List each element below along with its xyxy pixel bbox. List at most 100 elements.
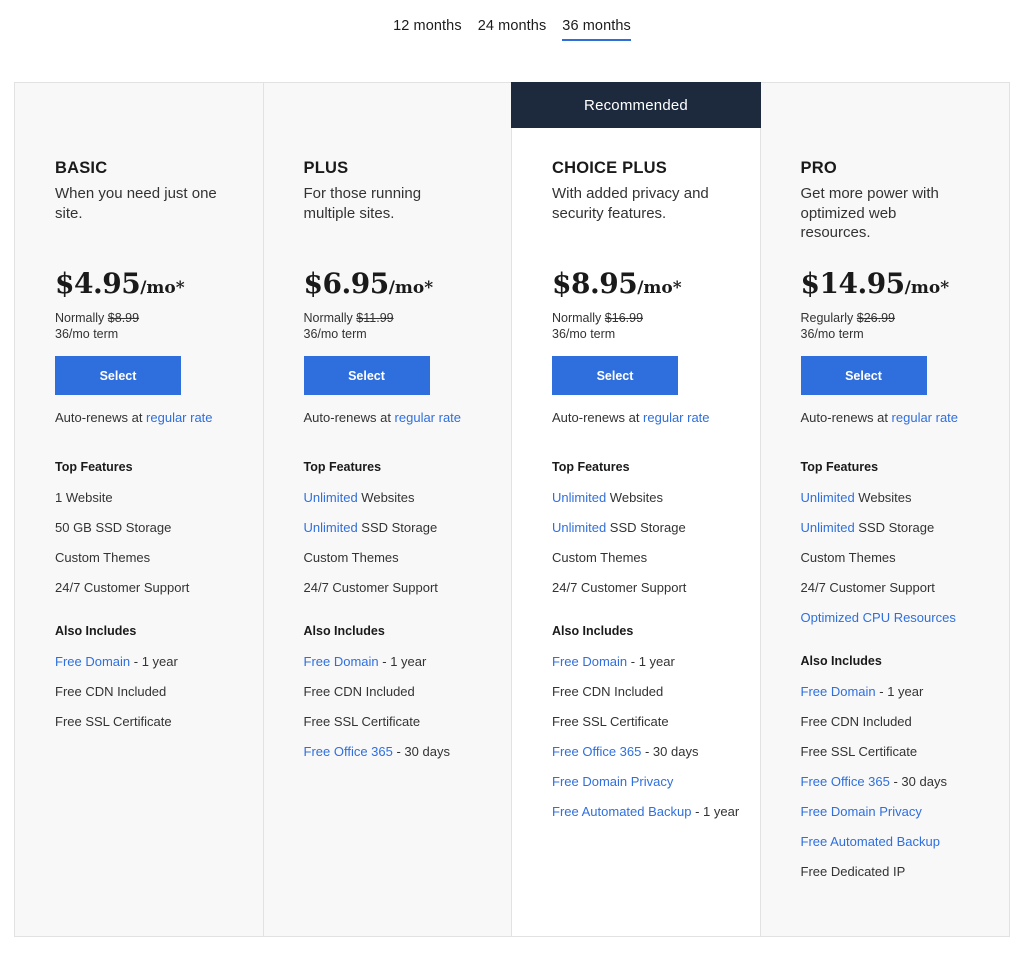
plan-price: $6.95/mo* bbox=[304, 267, 434, 300]
also-feature-item: Free Domain - 1 year bbox=[55, 654, 255, 684]
also-feature-text: Free CDN Included bbox=[303, 684, 415, 699]
price-amount: $4.95 bbox=[55, 267, 141, 300]
also-feature-item: Free Office 365 - 30 days bbox=[801, 774, 1001, 804]
plan-name: PRO bbox=[800, 159, 837, 177]
also-feature-link[interactable]: Free Domain bbox=[801, 684, 876, 699]
price-suffix: /mo* bbox=[140, 278, 185, 298]
top-feature-link[interactable]: Unlimited bbox=[304, 490, 358, 505]
features-list: Top Features Unlimited Websites Unlimited … bbox=[801, 460, 1001, 894]
also-feature-link[interactable]: Free Domain bbox=[55, 654, 130, 669]
also-feature-link[interactable]: Free Automated Backup bbox=[801, 834, 940, 849]
top-feature-text: 50 GB SSD Storage bbox=[55, 520, 172, 535]
also-feature-link[interactable]: Free Office 365 bbox=[801, 774, 890, 789]
top-feature-link[interactable]: Unlimited bbox=[801, 520, 855, 535]
also-feature-item: Free Dedicated IP bbox=[801, 864, 1001, 894]
select-button[interactable]: Select bbox=[800, 356, 927, 395]
also-feature-link[interactable]: Free Office 365 bbox=[304, 744, 393, 759]
term-length: 36/mo term bbox=[552, 327, 616, 341]
term-length: 36/mo term bbox=[303, 327, 367, 341]
also-feature-text: Free SSL Certificate bbox=[552, 714, 669, 729]
top-feature-item: Unlimited SSD Storage bbox=[801, 520, 1001, 550]
top-feature-text: Websites bbox=[854, 490, 912, 505]
top-feature-item: 50 GB SSD Storage bbox=[55, 520, 255, 550]
top-features-heading: Top Features bbox=[800, 460, 879, 474]
plan-description: Get more power with optimized web resour… bbox=[800, 185, 939, 241]
normal-price-label: Regularly bbox=[800, 311, 857, 325]
plan-name: BASIC bbox=[55, 159, 108, 177]
term-length: 36/mo term bbox=[800, 327, 864, 341]
also-feature-item: Free CDN Included bbox=[55, 684, 255, 714]
also-feature-link[interactable]: Free Automated Backup bbox=[552, 804, 691, 819]
top-feature-link[interactable]: Optimized CPU Resources bbox=[801, 610, 956, 625]
plan-card-plus: PLUS For those running multiple sites. $6.… bbox=[263, 83, 512, 936]
also-feature-link[interactable]: Free Office 365 bbox=[552, 744, 641, 759]
tab-24-months[interactable]: 24 months bbox=[478, 18, 547, 41]
select-button[interactable]: Select bbox=[552, 356, 678, 395]
plan-price: $14.95/mo* bbox=[801, 267, 950, 300]
top-feature-item: Custom Themes bbox=[55, 550, 255, 580]
top-feature-item: Unlimited Websites bbox=[552, 490, 752, 520]
top-feature-text: 24/7 Customer Support bbox=[800, 580, 935, 595]
also-feature-text: - 1 year bbox=[875, 684, 924, 699]
also-includes-heading: Also Includes bbox=[800, 654, 882, 668]
auto-renew-note: Auto-renews at regular rate bbox=[801, 410, 959, 425]
regular-rate-link[interactable]: regular rate bbox=[892, 410, 958, 425]
plan-name: PLUS bbox=[303, 159, 349, 177]
also-feature-item: Free Automated Backup - 1 year bbox=[552, 804, 752, 834]
also-feature-text: - 1 year bbox=[627, 654, 675, 669]
price-suffix: /mo* bbox=[637, 278, 682, 298]
plans-grid: BASIC When you need just one site. $4.95/m… bbox=[14, 82, 1010, 937]
select-button[interactable]: Select bbox=[303, 356, 430, 395]
normal-price-info: Normally $11.99 36/mo term bbox=[304, 310, 394, 342]
top-feature-text: 24/7 Customer Support bbox=[55, 580, 190, 595]
top-feature-item: Unlimited SSD Storage bbox=[552, 520, 752, 550]
top-feature-text: SSD Storage bbox=[357, 520, 438, 535]
normal-price-info: Normally $16.99 36/mo term bbox=[552, 310, 643, 342]
also-feature-link[interactable]: Free Domain bbox=[304, 654, 379, 669]
select-button[interactable]: Select bbox=[55, 356, 181, 395]
top-feature-text: Websites bbox=[606, 490, 664, 505]
also-includes-heading: Also Includes bbox=[303, 624, 385, 638]
normal-price-label: Normally bbox=[303, 311, 357, 325]
features-list: Top Features Unlimited Websites Unlimited … bbox=[552, 460, 752, 834]
price-suffix: /mo* bbox=[388, 278, 434, 298]
also-feature-item: Free Office 365 - 30 days bbox=[552, 744, 752, 774]
top-feature-item: 1 Website bbox=[55, 490, 255, 520]
also-feature-item: Free CDN Included bbox=[801, 714, 1001, 744]
also-feature-link[interactable]: Free Domain Privacy bbox=[801, 804, 922, 819]
top-features-heading: Top Features bbox=[552, 460, 630, 474]
regular-rate-link[interactable]: regular rate bbox=[643, 410, 709, 425]
also-feature-item: Free CDN Included bbox=[304, 684, 504, 714]
regular-rate-link[interactable]: regular rate bbox=[395, 410, 461, 425]
also-feature-link[interactable]: Free Domain Privacy bbox=[552, 774, 673, 789]
top-feature-link[interactable]: Unlimited bbox=[552, 520, 606, 535]
price-suffix: /mo* bbox=[904, 278, 950, 298]
term-tabs: 12 months 24 months 36 months bbox=[0, 18, 1024, 41]
top-feature-item: 24/7 Customer Support bbox=[801, 580, 1001, 610]
plan-card-choice-plus: Recommended CHOICE PLUS With added privac… bbox=[511, 82, 761, 936]
top-feature-link[interactable]: Unlimited bbox=[801, 490, 855, 505]
normal-price-strikethrough: $16.99 bbox=[604, 311, 644, 325]
auto-renew-note: Auto-renews at regular rate bbox=[552, 410, 710, 425]
top-feature-text: Custom Themes bbox=[55, 550, 151, 565]
recommended-banner: Recommended bbox=[511, 82, 761, 128]
price-amount: $6.95 bbox=[303, 267, 390, 300]
top-feature-link[interactable]: Unlimited bbox=[552, 490, 606, 505]
normal-price-label: Normally bbox=[55, 311, 108, 325]
regular-rate-link[interactable]: regular rate bbox=[146, 410, 212, 425]
top-feature-link[interactable]: Unlimited bbox=[304, 520, 358, 535]
features-list: Top Features Unlimited Websites Unlimited … bbox=[304, 460, 504, 774]
top-feature-item: Custom Themes bbox=[552, 550, 752, 580]
plan-description: For those running multiple sites. bbox=[303, 185, 422, 222]
also-feature-link[interactable]: Free Domain bbox=[552, 654, 627, 669]
also-feature-item: Free SSL Certificate bbox=[552, 714, 752, 744]
plan-card-basic: BASIC When you need just one site. $4.95/m… bbox=[15, 83, 264, 936]
top-feature-text: SSD Storage bbox=[854, 520, 935, 535]
also-feature-item: Free Domain Privacy bbox=[552, 774, 752, 804]
price-amount: $8.95 bbox=[552, 267, 638, 300]
top-feature-text: Custom Themes bbox=[800, 550, 896, 565]
also-feature-item: Free SSL Certificate bbox=[55, 714, 255, 744]
tab-36-months[interactable]: 36 months bbox=[562, 18, 631, 41]
tab-12-months[interactable]: 12 months bbox=[393, 18, 462, 41]
also-feature-text: - 30 days bbox=[392, 744, 450, 759]
